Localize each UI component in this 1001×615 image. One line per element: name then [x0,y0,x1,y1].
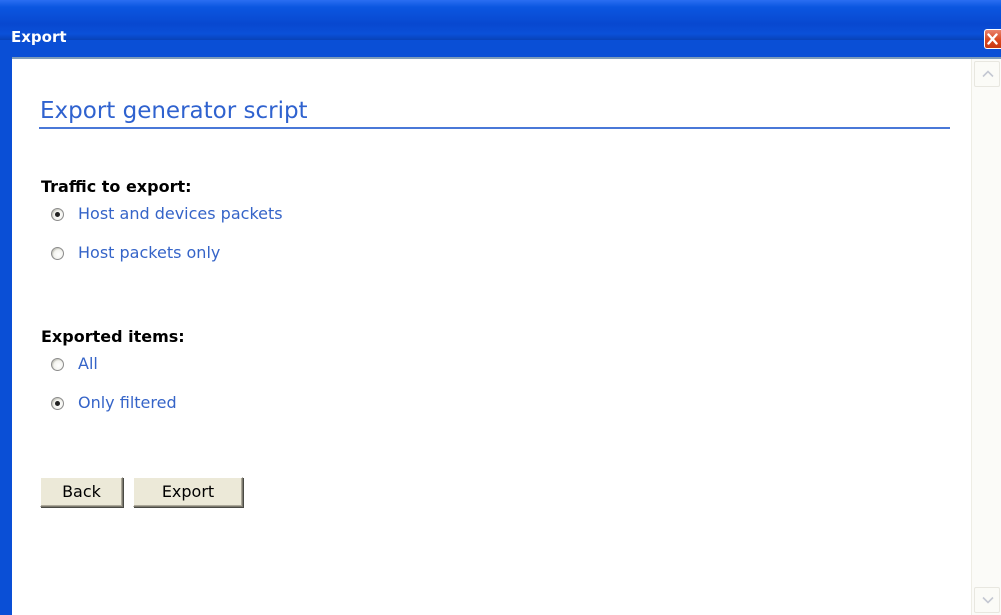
title-bar[interactable]: Export [0,0,1001,49]
radio-label[interactable]: Host and devices packets [78,204,283,224]
exported-items-section-label: Exported items: [41,327,185,346]
radio-label[interactable]: All [78,354,98,374]
vertical-scrollbar[interactable] [971,59,1001,615]
back-button[interactable]: Back [40,477,123,507]
radio-label[interactable]: Host packets only [78,243,220,263]
radio-button[interactable] [51,207,64,221]
content-top-border [12,57,1001,59]
chevron-up-icon [982,70,994,78]
traffic-section-label: Traffic to export: [41,177,192,196]
radio-all[interactable]: All [51,353,98,375]
close-icon [987,33,998,45]
chevron-down-icon [982,596,994,604]
radio-button[interactable] [51,357,64,371]
page-title: Export generator script [39,97,950,129]
radio-button[interactable] [51,246,64,260]
scroll-up-button[interactable] [974,61,1000,87]
radio-label[interactable]: Only filtered [78,393,177,413]
dialog-content: Export generator script Traffic to expor… [12,57,1001,615]
radio-button[interactable] [51,396,64,410]
radio-host-only[interactable]: Host packets only [51,242,220,264]
export-button[interactable]: Export [133,477,243,507]
close-button[interactable] [984,29,1001,49]
scroll-down-button[interactable] [974,587,1000,613]
radio-host-and-devices[interactable]: Host and devices packets [51,203,283,225]
radio-only-filtered[interactable]: Only filtered [51,392,177,414]
window-title: Export [11,28,67,46]
export-window: Export Export generator script Traffic t… [0,0,1001,615]
